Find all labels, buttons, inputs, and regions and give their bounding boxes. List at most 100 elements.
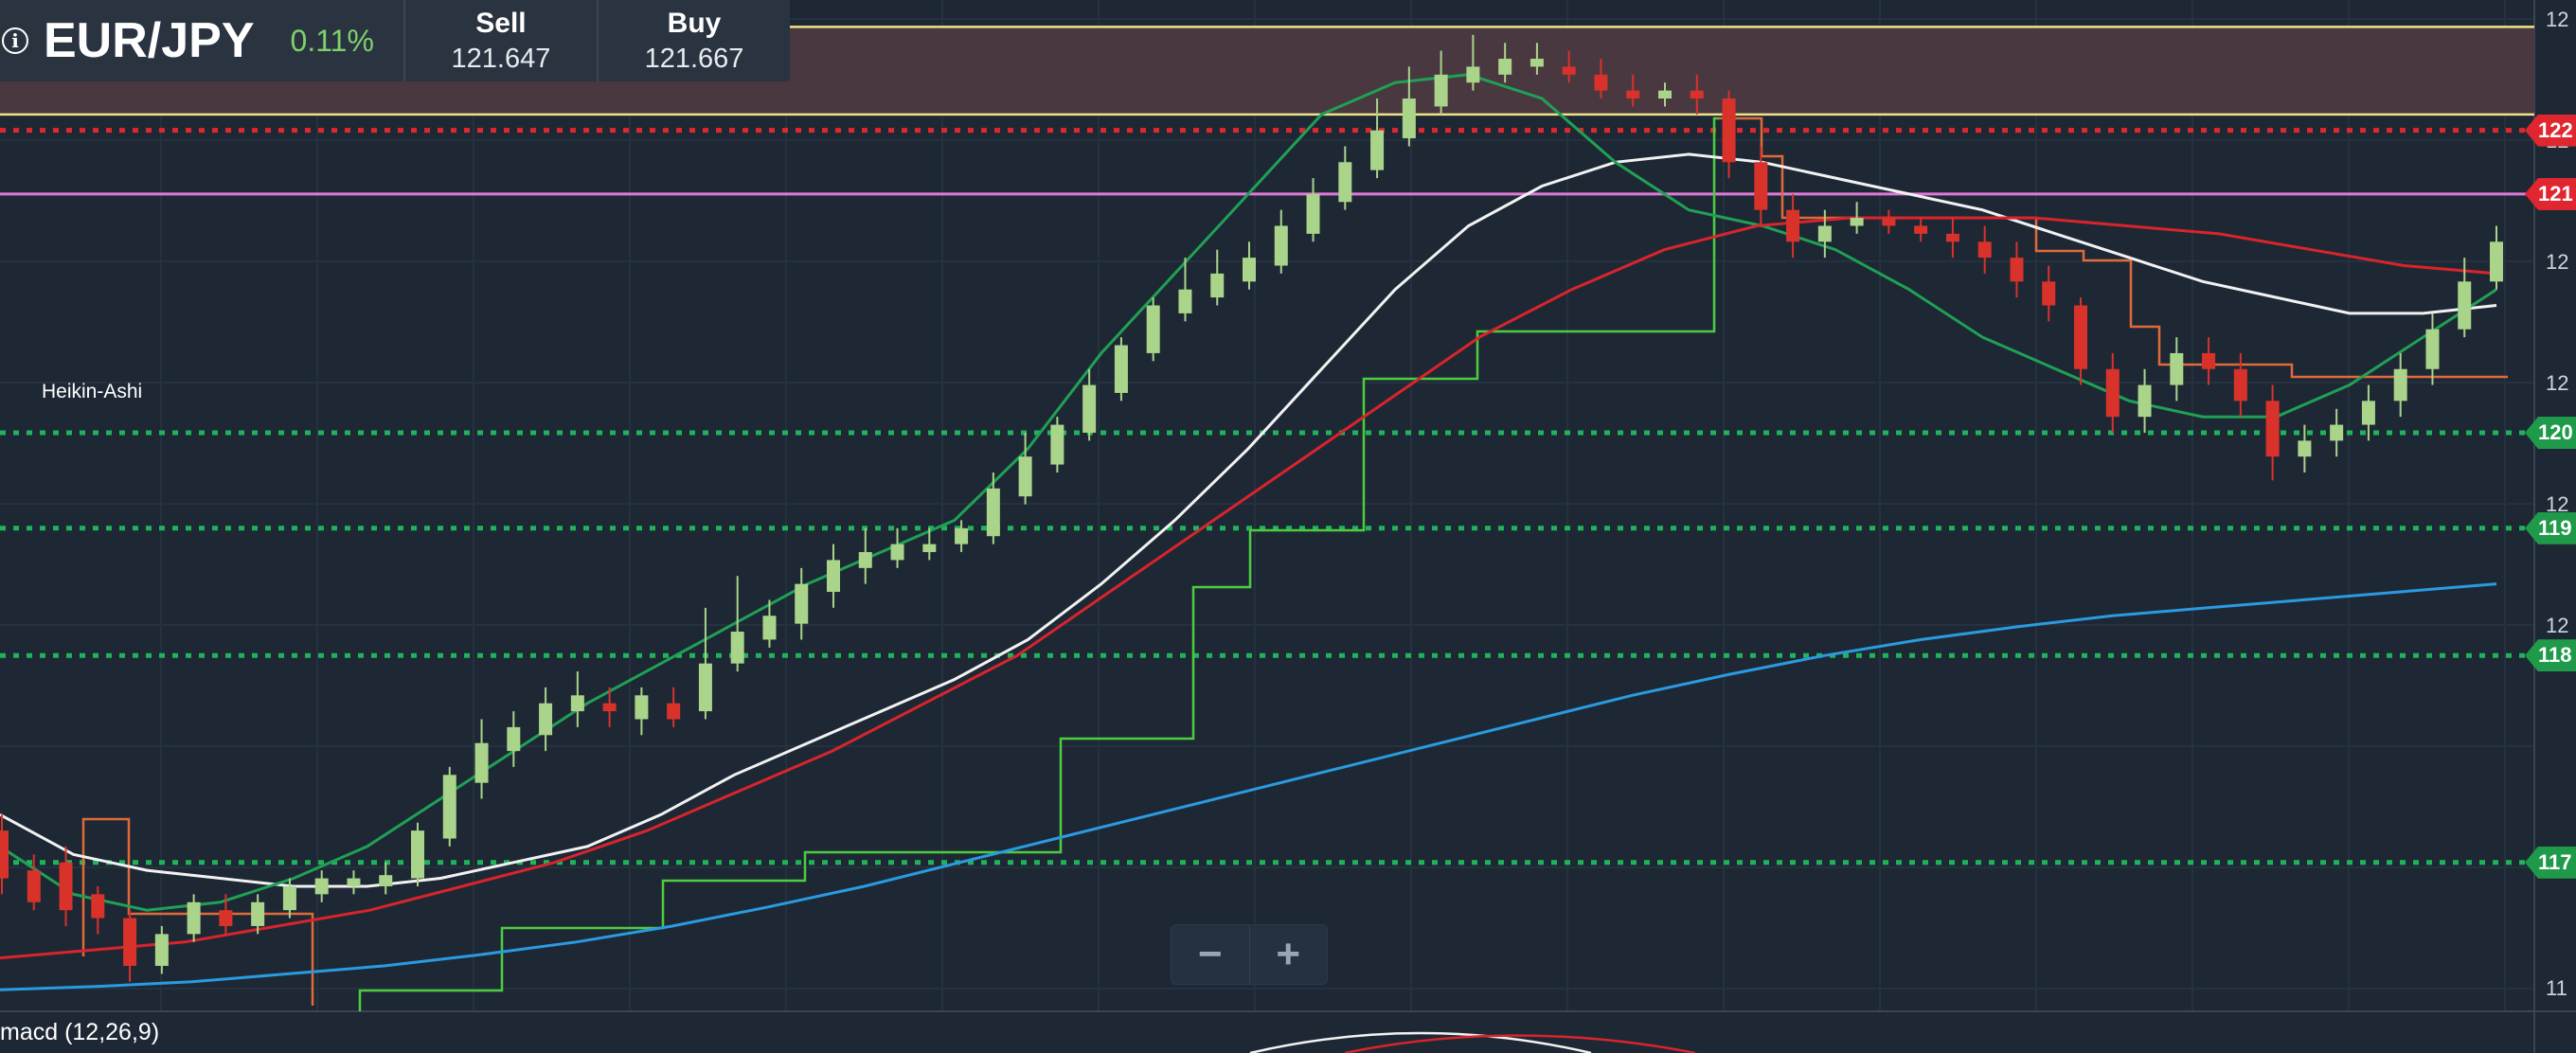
candle — [1914, 218, 1928, 242]
candle-body — [2393, 368, 2407, 402]
axis-tick-label: 12 — [2546, 250, 2569, 274]
candle — [1274, 209, 1288, 274]
candle-body — [795, 583, 809, 624]
sell-button[interactable]: Sell 121.647 — [402, 0, 597, 81]
candle-body — [1338, 162, 1352, 203]
candle-body — [730, 632, 744, 664]
signal-line — [1344, 1034, 1696, 1053]
candle-body — [1178, 289, 1192, 313]
candle — [1977, 225, 1992, 274]
candle-body — [1722, 98, 1736, 163]
candle — [2490, 225, 2503, 290]
candle-body — [1690, 90, 1704, 99]
moving-average-line — [0, 73, 2497, 912]
candle — [1754, 146, 1768, 226]
candle — [347, 870, 361, 895]
candle-body — [1434, 74, 1448, 107]
price-chart[interactable] — [0, 0, 2576, 1053]
candle — [1850, 202, 1864, 234]
candle-body — [59, 862, 73, 911]
minus-icon[interactable]: − — [1172, 925, 1249, 984]
candle-body — [2170, 352, 2184, 385]
axis-tick-label: 11 — [2546, 976, 2567, 1000]
symbol-title: EUR/JPY — [44, 13, 255, 68]
candle-body — [1210, 273, 1225, 298]
candle-body — [251, 901, 265, 926]
candle-body — [635, 695, 649, 720]
candle — [2042, 265, 2056, 322]
candle — [154, 925, 169, 974]
candle — [986, 472, 1000, 544]
axis-tick-label: 12 — [2546, 614, 2569, 637]
candle-body — [2490, 241, 2503, 282]
sell-label: Sell — [475, 7, 527, 39]
candle-body — [2425, 329, 2440, 369]
step-line-green — [358, 116, 1719, 1011]
candle — [539, 687, 553, 752]
candle-body — [539, 703, 553, 736]
candle — [411, 822, 424, 886]
candle-body — [2361, 401, 2375, 425]
candle-body — [1466, 66, 1480, 83]
info-icon[interactable]: i — [2, 27, 28, 54]
candle — [1882, 209, 1896, 234]
candle-body — [1817, 225, 1832, 242]
candle — [2330, 408, 2344, 457]
candle-body — [1914, 225, 1928, 234]
candle-body — [2042, 281, 2056, 306]
candle — [507, 711, 521, 767]
step-line-orange — [1719, 116, 2508, 379]
macd-label: macd (12,26,9) — [0, 1019, 160, 1045]
candle-body — [282, 885, 296, 911]
candle — [1786, 193, 1800, 259]
candle — [1050, 417, 1064, 473]
candle — [1082, 368, 1097, 441]
candle-body — [1274, 225, 1288, 266]
buy-button[interactable]: Buy 121.667 — [596, 0, 790, 81]
candle — [827, 544, 840, 608]
candle-body — [1977, 241, 1992, 259]
candle-body — [347, 878, 361, 886]
candle-body — [1498, 59, 1512, 75]
candle-body — [667, 703, 681, 720]
change-percent: 0.11% — [290, 23, 374, 58]
candle — [2393, 352, 2407, 418]
candle-body — [379, 875, 393, 886]
axis-tick-label: 12 — [2546, 8, 2569, 31]
candle — [795, 567, 809, 640]
candle-body — [507, 726, 521, 752]
candle-body — [1530, 59, 1544, 67]
candle-body — [1402, 98, 1416, 139]
buy-price: 121.667 — [644, 43, 744, 74]
candle — [1210, 249, 1225, 306]
candle — [955, 520, 969, 553]
zoom-control: − + — [1171, 924, 1328, 985]
candle-body — [986, 488, 1000, 537]
candle — [1243, 241, 1256, 290]
candle-body — [219, 910, 233, 926]
candle-body — [698, 663, 712, 712]
candle — [0, 814, 9, 895]
candle — [2233, 352, 2247, 418]
candle — [2265, 384, 2280, 481]
candle-body — [1370, 130, 1385, 170]
candle-body — [0, 830, 9, 879]
candle — [1146, 297, 1160, 362]
candle — [91, 885, 105, 935]
candle — [187, 894, 201, 942]
candle — [2105, 352, 2120, 433]
quote-bar: i EUR/JPY 0.11% Sell 121.647 Buy 121.667 — [0, 0, 790, 81]
candle-body — [1882, 218, 1896, 226]
candle-body — [1146, 305, 1160, 353]
candle-body — [1050, 424, 1064, 465]
candle-body — [2202, 352, 2216, 369]
candle — [570, 671, 584, 727]
candle-body — [2298, 440, 2312, 457]
plus-icon[interactable]: + — [1248, 925, 1328, 984]
candle-body — [1114, 345, 1128, 393]
candle-body — [1306, 193, 1320, 234]
candle-body — [2105, 368, 2120, 418]
candle-body — [1850, 218, 1864, 226]
candle — [2170, 337, 2184, 402]
candle-body — [1082, 384, 1097, 433]
